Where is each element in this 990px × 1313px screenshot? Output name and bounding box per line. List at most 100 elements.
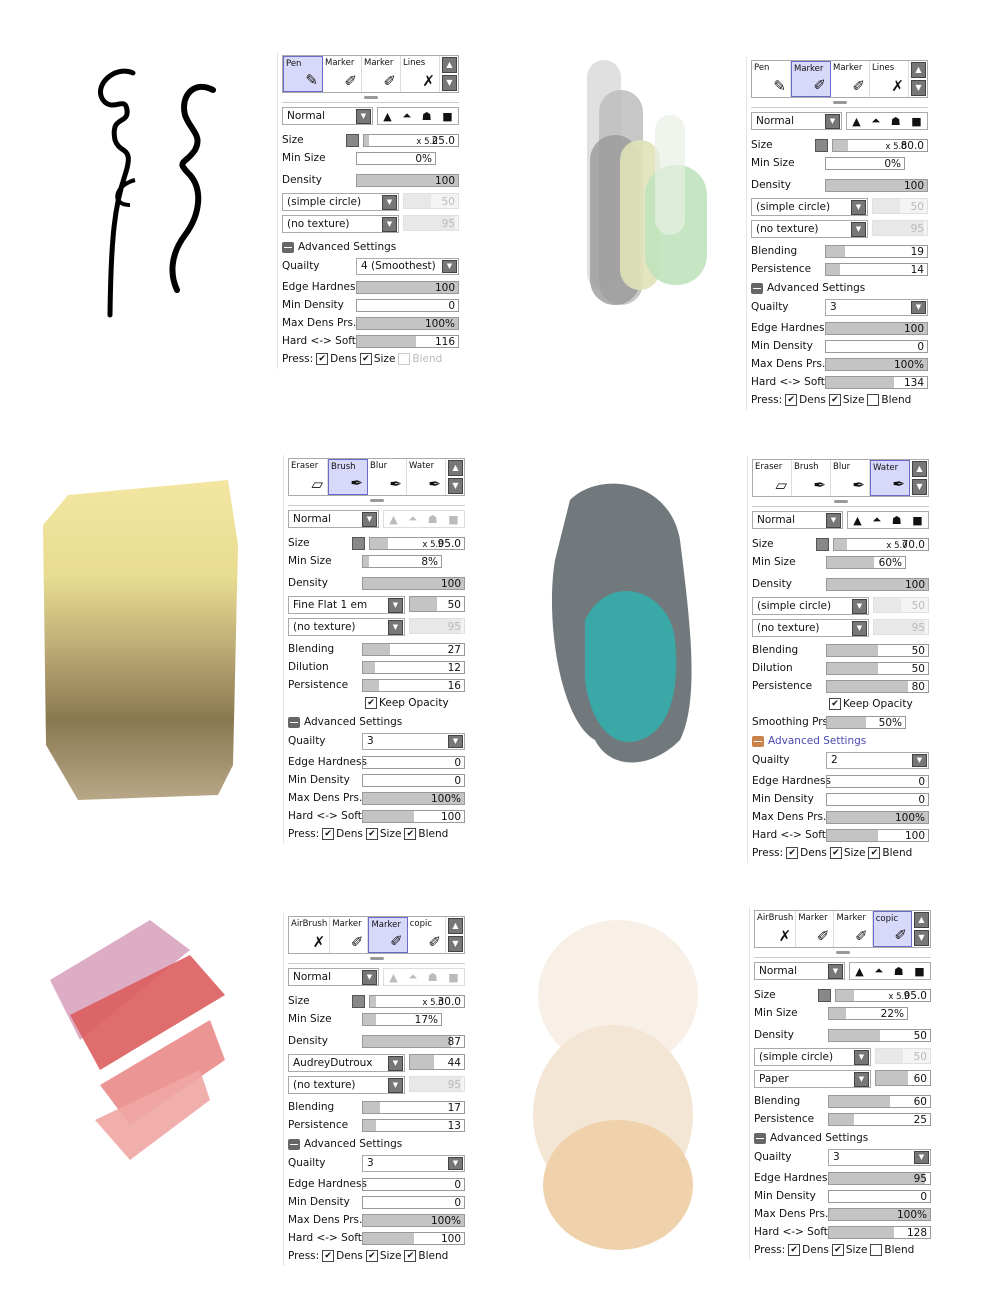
collapse-minus-icon[interactable]: [754, 1132, 766, 1144]
collapse-minus-icon[interactable]: [282, 241, 294, 253]
max-dens-prs-slider[interactable]: 100%: [825, 357, 928, 371]
size-range-dropdown[interactable]: [352, 536, 365, 550]
tool-tab-marker[interactable]: Marker ✐: [368, 917, 408, 953]
chevron-down-icon[interactable]: ▼: [388, 598, 403, 613]
density-slider[interactable]: 100: [825, 178, 928, 192]
shape-flat-icon[interactable]: ☗: [428, 971, 438, 984]
no-texture-select[interactable]: (no texture) ▼: [282, 215, 399, 233]
chevron-down-icon[interactable]: ▼: [382, 217, 397, 232]
quality-select[interactable]: 3 ▼: [828, 1148, 931, 1166]
tab-scrollbar[interactable]: ▲ ▼: [914, 912, 929, 946]
size-slider[interactable]: x 5.080.0: [832, 138, 928, 152]
press-size-checkbox[interactable]: ✔: [831, 1243, 844, 1256]
min-size-slider[interactable]: 60%: [826, 555, 906, 569]
size-slider[interactable]: x 5.025.0: [363, 133, 459, 147]
tool-tab-pen[interactable]: Pen ✎: [283, 56, 323, 92]
chevron-down-icon[interactable]: ▼: [912, 753, 927, 767]
chevron-down-icon[interactable]: ▼: [362, 970, 377, 985]
tool-tab-lines[interactable]: Lines ✗: [870, 61, 909, 97]
size-range-dropdown[interactable]: [816, 537, 829, 551]
scroll-down-icon[interactable]: ▼: [442, 75, 457, 91]
blending-slider[interactable]: 19: [825, 244, 928, 258]
hard-soft-slider[interactable]: 100: [826, 828, 929, 842]
resize-grip[interactable]: [752, 497, 929, 507]
collapse-minus-icon[interactable]: [751, 282, 763, 294]
press-size-checkbox[interactable]: ✔: [365, 827, 378, 840]
shape-sharp-icon[interactable]: ▲: [855, 965, 863, 978]
min-size-slider[interactable]: 22%: [828, 1006, 908, 1020]
edge-hardness-slider[interactable]: 0: [362, 755, 465, 769]
press-size-checkbox[interactable]: ✔: [359, 352, 372, 365]
chevron-down-icon[interactable]: ▼: [854, 1050, 869, 1065]
edge-hardness-slider[interactable]: 100: [356, 280, 459, 294]
tool-tab-airbrush[interactable]: AirBrush ✗: [289, 917, 331, 953]
tool-tab-marker[interactable]: Marker ✐: [834, 911, 873, 947]
chevron-down-icon[interactable]: ▼: [852, 621, 867, 636]
chevron-down-icon[interactable]: ▼: [852, 599, 867, 614]
shape-flat-icon[interactable]: ☗: [894, 965, 904, 978]
tool-tab-marker[interactable]: Marker ✐: [796, 911, 835, 947]
blend-mode-select[interactable]: Normal ▼: [752, 511, 843, 529]
audreydutroux-select[interactable]: AudreyDutroux ▼: [288, 1054, 405, 1072]
shape-round-icon[interactable]: ⏶: [408, 512, 417, 526]
tool-tab-brush[interactable]: Brush ✒: [328, 459, 368, 495]
scroll-up-icon[interactable]: ▲: [914, 912, 929, 928]
edge-hardness-slider[interactable]: 95: [828, 1171, 931, 1185]
press-dens-checkbox[interactable]: ✔: [322, 1249, 335, 1262]
chevron-down-icon[interactable]: ▼: [362, 512, 377, 527]
simple-circle-select[interactable]: (simple circle) ▼: [754, 1048, 871, 1066]
scroll-down-icon[interactable]: ▼: [911, 80, 926, 96]
press-dens-checkbox[interactable]: ✔: [785, 393, 798, 406]
quality-select[interactable]: 2 ▼: [826, 751, 929, 769]
resize-grip[interactable]: [282, 93, 459, 103]
hard-soft-slider[interactable]: 116: [356, 334, 459, 348]
press-size-checkbox[interactable]: ✔: [365, 1249, 378, 1262]
min-size-slider[interactable]: 8%: [362, 554, 442, 568]
blend-mode-select[interactable]: Normal ▼: [751, 112, 842, 130]
advanced-settings-toggle[interactable]: Advanced Settings: [288, 1134, 465, 1154]
tool-tab-copic[interactable]: copic ✐: [408, 917, 446, 953]
tab-scrollbar[interactable]: ▲ ▼: [448, 918, 463, 952]
chevron-down-icon[interactable]: ▼: [826, 513, 841, 528]
shape-sharp-icon[interactable]: ▲: [383, 110, 391, 123]
chevron-down-icon[interactable]: ▼: [851, 200, 866, 215]
tool-tab-eraser[interactable]: Eraser ▱: [753, 460, 792, 496]
persistence-slider[interactable]: 16: [362, 678, 465, 692]
brush-shape-presets[interactable]: ▲ ⏶ ☗ ■: [383, 968, 465, 986]
shape-square-icon[interactable]: ■: [448, 513, 458, 526]
press-dens-checkbox[interactable]: ✔: [786, 846, 799, 859]
shape-sharp-icon[interactable]: ▲: [389, 513, 397, 526]
no-texture-select[interactable]: (no texture) ▼: [288, 1076, 405, 1094]
tool-tab-brush[interactable]: Brush ✒: [792, 460, 831, 496]
tool-tab-marker[interactable]: Marker ✐: [831, 61, 870, 97]
no-texture-strength-slider[interactable]: 95: [873, 619, 929, 635]
tab-scrollbar[interactable]: ▲ ▼: [911, 62, 926, 96]
tool-tab-marker[interactable]: Marker ✐: [791, 61, 831, 97]
size-range-dropdown[interactable]: [815, 138, 828, 152]
tool-tab-airbrush[interactable]: AirBrush ✗: [755, 911, 797, 947]
shape-flat-icon[interactable]: ☗: [891, 115, 901, 128]
persistence-slider[interactable]: 14: [825, 262, 928, 276]
simple-circle-select[interactable]: (simple circle) ▼: [282, 193, 399, 211]
shape-round-icon[interactable]: ⏶: [874, 964, 883, 978]
tool-tab-eraser[interactable]: Eraser ▱: [289, 459, 328, 495]
quality-select[interactable]: 3 ▼: [362, 1154, 465, 1172]
press-blend-checkbox[interactable]: [870, 1243, 883, 1256]
tool-tab-lines[interactable]: Lines ✗: [401, 56, 440, 92]
advanced-settings-toggle[interactable]: Advanced Settings: [751, 278, 928, 298]
blend-mode-select[interactable]: Normal ▼: [754, 962, 845, 980]
size-slider[interactable]: x 5.070.0: [833, 537, 929, 551]
shape-square-icon[interactable]: ■: [912, 514, 922, 527]
paper-strength-slider[interactable]: 60: [875, 1070, 931, 1086]
press-dens-checkbox[interactable]: ✔: [788, 1243, 801, 1256]
chevron-down-icon[interactable]: ▼: [825, 114, 840, 129]
tool-tab-water[interactable]: Water ✒: [407, 459, 446, 495]
no-texture-strength-slider[interactable]: 95: [872, 220, 928, 236]
tool-tab-blur[interactable]: Blur ✒: [831, 460, 870, 496]
chevron-down-icon[interactable]: ▼: [382, 195, 397, 210]
tool-tab-marker[interactable]: Marker ✐: [362, 56, 401, 92]
advanced-settings-toggle[interactable]: Advanced Settings: [282, 237, 459, 257]
min-size-slider[interactable]: 0%: [356, 151, 436, 165]
quality-select[interactable]: 3 ▼: [825, 298, 928, 316]
collapse-minus-icon[interactable]: [288, 1138, 300, 1150]
